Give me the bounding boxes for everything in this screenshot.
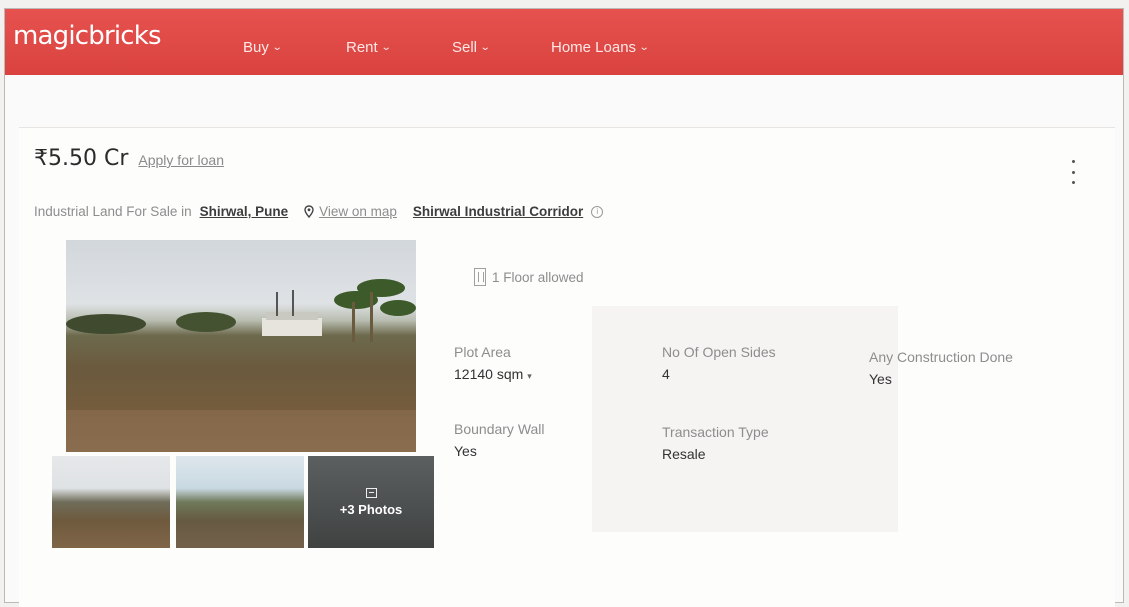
listing-price: ₹5.50 Cr [34,146,129,171]
map-pin-icon [304,205,314,218]
land-photo-graphic [66,279,416,452]
nav-buy[interactable]: Buy ⌄ [243,39,283,56]
transaction-type: Transaction Type Resale [662,424,769,462]
chevron-down-icon: ⌄ [380,41,392,53]
nav-rent[interactable]: Rent ⌄ [346,39,392,56]
plot-area-label: Plot Area [454,344,511,360]
nav-sell-label: Sell [452,39,478,56]
chevron-down-icon: ⌄ [271,41,283,53]
chevron-down-icon: ⌄ [638,41,650,53]
open-sides-value: 4 [662,366,670,382]
chevron-down-icon: ⌄ [479,41,491,53]
nav-sell[interactable]: Sell ⌄ [452,39,491,56]
top-navbar: magicbricks Buy ⌄ Rent ⌄ Sell ⌄ Home Loa… [5,9,1123,75]
view-on-map-link[interactable]: View on map [304,204,397,219]
gallery-icon [365,487,377,498]
building-icon [474,268,486,286]
construction-done: Any Construction Done Yes [869,349,1013,387]
construction-done-label: Any Construction Done [869,349,1013,365]
open-sides-label: No Of Open Sides [662,344,776,360]
listing-subtitle: Industrial Land For Sale in Shirwal, Pun… [34,204,604,219]
price-row: ₹5.50 Cr Apply for loan [34,146,224,171]
more-options-icon[interactable] [1068,160,1078,184]
boundary-wall-value: Yes [454,443,477,459]
unit-dropdown-icon[interactable]: ▾ [527,371,532,381]
corridor-link[interactable]: Shirwal Industrial Corridor [413,204,583,219]
location-link[interactable]: Shirwal, Pune [200,204,289,219]
plot-area-value: 12140 sqm ▾ [454,366,532,382]
main-property-photo[interactable] [66,240,416,452]
thumbnail-photo[interactable] [52,456,170,548]
plot-area: Plot Area 12140 sqm ▾ [454,344,532,382]
boundary-wall: Boundary Wall Yes [454,421,545,459]
view-on-map-label: View on map [319,204,397,219]
nav-rent-label: Rent [346,39,378,56]
plot-area-number: 12140 sqm [454,366,524,382]
nav-home-loans[interactable]: Home Loans ⌄ [551,39,650,56]
open-sides: No Of Open Sides 4 [662,344,776,382]
transaction-type-label: Transaction Type [662,424,769,440]
magicbricks-logo[interactable]: magicbricks [13,21,162,51]
construction-done-value: Yes [869,371,892,387]
thumbnail-photo[interactable] [176,456,304,548]
boundary-wall-label: Boundary Wall [454,421,545,437]
floors-allowed-label: 1 Floor allowed [492,269,584,285]
nav-buy-label: Buy [243,39,269,56]
apply-for-loan-link[interactable]: Apply for loan [138,152,224,168]
more-photos-label: +3 Photos [339,501,403,517]
nav-home-loans-label: Home Loans [551,39,637,56]
more-photos-button[interactable]: +3 Photos [308,456,434,548]
subtitle-prefix: Industrial Land For Sale in [34,204,192,219]
info-icon[interactable]: i [591,205,604,218]
floors-allowed: 1 Floor allowed [474,268,584,286]
summary-background [592,306,898,532]
transaction-type-value: Resale [662,446,706,462]
